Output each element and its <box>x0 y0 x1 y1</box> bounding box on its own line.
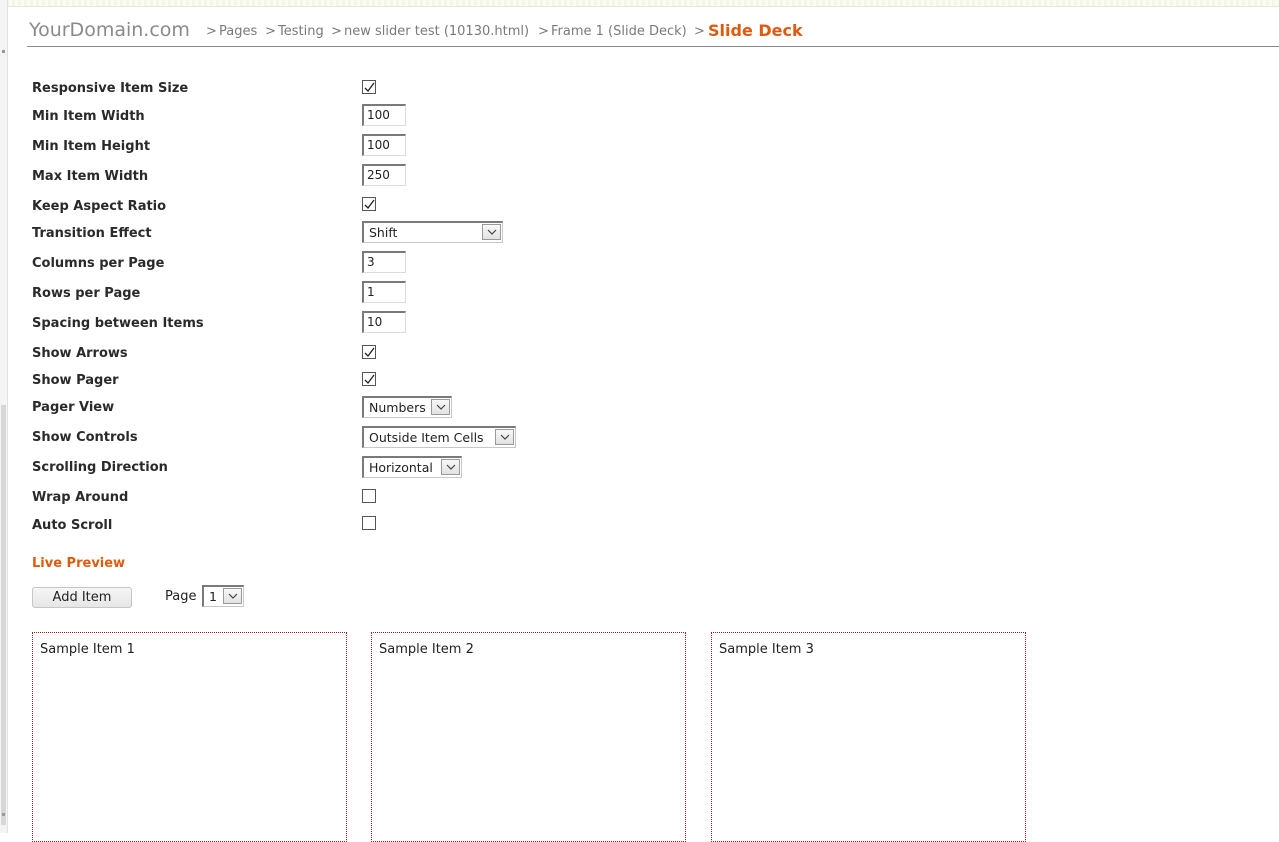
wrap-around-checkbox[interactable] <box>362 489 376 503</box>
spacing-between-items-input[interactable]: 10 <box>362 311 406 333</box>
chevron-down-icon <box>500 434 510 440</box>
dropdown-button[interactable] <box>223 588 242 604</box>
pager-view-label: Pager View <box>32 400 115 415</box>
show-pager-label: Show Pager <box>32 373 119 388</box>
checkmark-icon <box>364 374 375 384</box>
breadcrumb-separator: > <box>538 24 549 39</box>
page-label: Page <box>165 589 197 604</box>
chevron-down-icon <box>228 593 238 599</box>
show-arrows-label: Show Arrows <box>32 346 128 361</box>
sample-item-cell: Sample Item 2 <box>371 632 686 842</box>
pager-view-select[interactable]: Numbers <box>362 396 452 418</box>
breadcrumb-site[interactable]: YourDomain.com <box>29 19 190 41</box>
page-title: Slide Deck <box>708 21 803 40</box>
scroll-down-arrow[interactable] <box>2 813 5 816</box>
transition-effect-value: Shift <box>369 225 398 240</box>
sample-item-cell: Sample Item 3 <box>711 632 1026 842</box>
sample-item-cell: Sample Item 1 <box>32 632 347 842</box>
show-pager-checkbox[interactable] <box>362 372 376 386</box>
checkmark-icon <box>364 199 375 209</box>
auto-scroll-label: Auto Scroll <box>32 518 113 533</box>
columns-per-page-label: Columns per Page <box>32 256 165 271</box>
breadcrumb-item-slider-test[interactable]: new slider test (10130.html) <box>344 24 529 39</box>
sample-item-label: Sample Item 2 <box>379 642 474 657</box>
left-scrollbar-thumb[interactable] <box>1 405 6 825</box>
breadcrumb-item-pages[interactable]: Pages <box>219 24 257 39</box>
sample-item-label: Sample Item 3 <box>719 642 814 657</box>
dropdown-button[interactable] <box>441 459 460 475</box>
min-item-width-label: Min Item Width <box>32 109 145 124</box>
breadcrumb-separator: > <box>331 24 342 39</box>
dropdown-button[interactable] <box>495 429 514 445</box>
rows-per-page-label: Rows per Page <box>32 286 141 301</box>
live-preview-title: Live Preview <box>32 556 126 571</box>
breadcrumb-separator: > <box>265 24 276 39</box>
transition-effect-select[interactable]: Shift <box>362 221 503 243</box>
top-frame-strip <box>0 0 1279 7</box>
breadcrumb-separator: > <box>694 24 705 39</box>
dropdown-button[interactable] <box>431 399 450 415</box>
columns-per-page-input[interactable]: 3 <box>362 251 406 273</box>
page-select-value: 1 <box>209 589 217 604</box>
sample-item-label: Sample Item 1 <box>40 642 135 657</box>
auto-scroll-checkbox[interactable] <box>362 516 376 530</box>
scrolling-direction-label: Scrolling Direction <box>32 460 168 475</box>
keep-aspect-ratio-checkbox[interactable] <box>362 197 376 211</box>
scrolling-direction-value: Horizontal <box>369 460 433 475</box>
show-controls-value: Outside Item Cells <box>369 430 484 445</box>
transition-effect-label: Transition Effect <box>32 226 152 241</box>
pager-view-value: Numbers <box>369 400 426 415</box>
scroll-up-arrow[interactable] <box>2 50 5 53</box>
min-item-height-label: Min Item Height <box>32 139 151 154</box>
spacing-between-items-label: Spacing between Items <box>32 316 204 331</box>
wrap-around-label: Wrap Around <box>32 490 129 505</box>
breadcrumb-separator: > <box>206 24 217 39</box>
min-item-width-input[interactable]: 100 <box>362 104 406 126</box>
keep-aspect-ratio-label: Keep Aspect Ratio <box>32 199 167 214</box>
dropdown-button[interactable] <box>482 224 501 240</box>
show-controls-label: Show Controls <box>32 430 138 445</box>
left-scrollbar[interactable] <box>0 0 8 833</box>
breadcrumb: YourDomain.com > Pages > Testing > new s… <box>27 17 1279 47</box>
show-arrows-checkbox[interactable] <box>362 345 376 359</box>
chevron-down-icon <box>436 404 446 410</box>
scrolling-direction-select[interactable]: Horizontal <box>362 456 462 478</box>
responsive-item-size-checkbox[interactable] <box>362 80 376 94</box>
checkmark-icon <box>364 347 375 357</box>
breadcrumb-item-frame[interactable]: Frame 1 (Slide Deck) <box>551 24 687 39</box>
add-item-button[interactable]: Add Item <box>32 587 132 608</box>
chevron-down-icon <box>487 229 497 235</box>
max-item-width-label: Max Item Width <box>32 169 149 184</box>
min-item-height-input[interactable]: 100 <box>362 134 406 156</box>
responsive-item-size-label: Responsive Item Size <box>32 81 189 96</box>
show-controls-select[interactable]: Outside Item Cells <box>362 426 516 448</box>
chevron-down-icon <box>446 464 456 470</box>
breadcrumb-item-testing[interactable]: Testing <box>278 24 324 39</box>
checkmark-icon <box>364 82 375 92</box>
rows-per-page-input[interactable]: 1 <box>362 281 406 303</box>
max-item-width-input[interactable]: 250 <box>362 164 406 186</box>
page-select[interactable]: 1 <box>202 585 244 607</box>
